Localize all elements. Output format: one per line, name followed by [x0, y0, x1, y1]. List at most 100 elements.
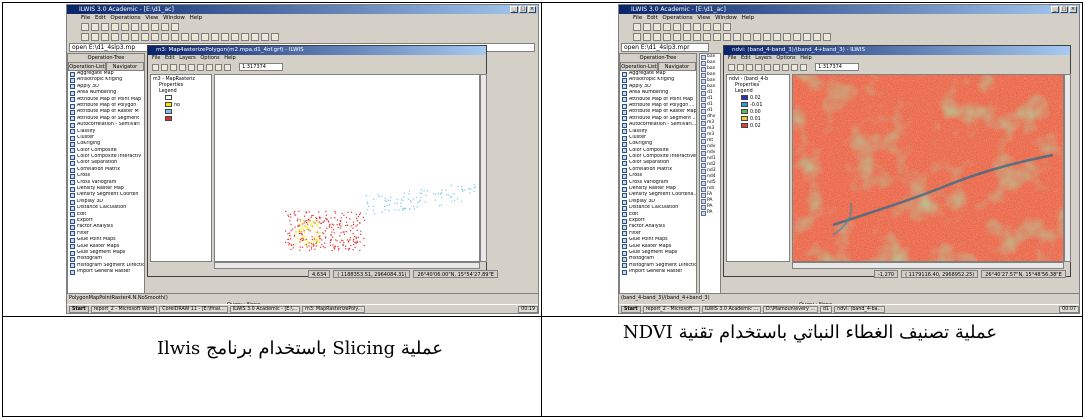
taskbar-item[interactable]: ILWIS 3.0 Academic ...	[701, 305, 761, 313]
operation-icon	[70, 205, 75, 211]
map-canvas[interactable]	[214, 74, 480, 262]
map-pixel	[347, 211, 349, 214]
map-pixel	[299, 241, 301, 243]
map-canvas[interactable]	[792, 74, 1064, 262]
map-pixel	[359, 213, 361, 216]
window-controls[interactable]: _ □ ×	[510, 6, 536, 13]
map-pixel	[298, 210, 300, 212]
operation-icon	[622, 250, 627, 256]
main-toolbar[interactable]	[67, 22, 538, 32]
map-pixel	[297, 218, 299, 220]
map-pixel	[447, 194, 449, 196]
map-toolbar[interactable]: 1:317374	[148, 62, 486, 72]
map-toolbar[interactable]: 1:317374	[724, 62, 1070, 72]
window-controls[interactable]: _ □ ×	[1051, 6, 1077, 13]
map-pixel	[357, 215, 359, 218]
map-pixel	[310, 241, 312, 243]
optree-tabs[interactable]: Operation-List Navigator	[68, 62, 144, 71]
start-button[interactable]: Start	[621, 305, 641, 313]
map-pixel	[353, 238, 355, 240]
map-window: ndvi: (band_4-band_3)/(band_4+band_3) - …	[723, 45, 1071, 278]
close-icon[interactable]: ×	[1069, 6, 1077, 13]
map-pixel	[337, 245, 339, 248]
scale-field[interactable]: 1:317374	[815, 63, 859, 71]
taskbar-item[interactable]: ndvi: (band_4-ba...	[834, 305, 886, 313]
secondary-toolbar[interactable]	[67, 32, 538, 42]
operation-icon	[70, 103, 75, 109]
map-pixel	[441, 191, 443, 193]
layer-legend-panel[interactable]: ndvi - (band_4-b Properties Legend 0.02-…	[726, 74, 790, 262]
taskbar-item[interactable]: D:\Mamoun\every ...	[763, 305, 818, 313]
main-menubar[interactable]: File Edit Operations View Window Help	[619, 14, 1079, 22]
taskbar-item[interactable]: report_2 - Microsoft Word	[90, 305, 158, 313]
windows-taskbar[interactable]: Start report_2 - Microsoft... ILWIS 3.0 …	[619, 304, 1079, 313]
main-menubar[interactable]: File Edit Operations View Window Help	[67, 14, 538, 22]
optree-tabs[interactable]: Operation-List Navigator	[620, 62, 696, 71]
operation-icon	[622, 141, 627, 147]
map-pixel	[342, 244, 344, 246]
map-pixel	[303, 239, 305, 241]
close-icon[interactable]: ×	[528, 6, 536, 13]
vertical-scrollbar[interactable]	[480, 74, 487, 262]
map-pixel	[329, 225, 331, 227]
tab-navigator[interactable]: Navigator	[658, 62, 696, 71]
catalog-list[interactable]: ban ban ban ban ban ban d1 d1 d1 d1 dhv m3 m3 m3 mt ndv…	[699, 53, 721, 301]
map-pixel	[305, 225, 307, 227]
legend-swatch	[165, 116, 172, 121]
map-pixel	[295, 232, 297, 234]
map-pixel	[355, 243, 357, 245]
map-pixel	[340, 225, 342, 227]
map-pixel	[316, 236, 318, 238]
tab-operation-list[interactable]: Operation-List	[620, 62, 658, 71]
map-pixel	[319, 232, 321, 234]
operation-item[interactable]: Import General Raster	[620, 269, 696, 275]
maximize-icon[interactable]: □	[1060, 6, 1068, 13]
taskbar-item[interactable]: CorelDRAW 11 - [E:\final...	[159, 305, 228, 313]
map-pixel	[462, 189, 464, 191]
map-pixel	[400, 202, 402, 204]
operation-icon	[622, 186, 627, 192]
map-pixel	[318, 241, 320, 244]
layer-legend-panel[interactable]: m3 - MapRasteriz Properties Legend no	[150, 74, 212, 262]
main-toolbar[interactable]	[619, 22, 1079, 32]
map-pixel	[325, 236, 327, 238]
map-pixel	[450, 184, 453, 186]
catalog-item[interactable]: PA	[700, 210, 720, 216]
map-pixel	[317, 239, 319, 241]
start-button[interactable]: Start	[69, 305, 89, 313]
map-menubar[interactable]: File Edit Layers Options Help	[724, 55, 1070, 62]
horizontal-scrollbar[interactable]	[214, 262, 480, 269]
secondary-toolbar[interactable]	[619, 32, 1079, 42]
legend-class: 0.02	[729, 123, 787, 130]
minimize-icon[interactable]: _	[1051, 6, 1059, 13]
map-pixel	[349, 239, 351, 241]
map-pixel	[326, 227, 328, 229]
map-pixel	[384, 205, 386, 207]
map-pixel	[327, 220, 329, 222]
scale-field[interactable]: 1:317374	[239, 63, 283, 71]
map-pixel	[304, 236, 306, 238]
map-pixel	[312, 245, 315, 247]
operation-item[interactable]: Import General Raster	[68, 269, 144, 275]
taskbar-item[interactable]: d1	[819, 305, 833, 313]
map-pixel	[453, 199, 456, 201]
vertical-scrollbar[interactable]	[1064, 74, 1071, 262]
minimize-icon[interactable]: _	[510, 6, 518, 13]
taskbar-item[interactable]: ILWIS 3.0 Academic - [E:\...	[229, 305, 301, 313]
taskbar-item[interactable]: m3: MapRasterizePoly...	[302, 305, 366, 313]
map-pixel	[377, 194, 379, 196]
windows-taskbar[interactable]: Start report_2 - Microsoft Word CorelDRA…	[67, 304, 538, 313]
taskbar-item[interactable]: report_2 - Microsoft...	[642, 305, 700, 313]
status-coords: ( 1188353.51, 2964084.31)	[333, 270, 411, 278]
operation-list[interactable]: Aggregate Map Anisotropic Kriging Apply 3D…	[620, 71, 696, 276]
tab-navigator[interactable]: Navigator	[106, 62, 144, 71]
map-pixel	[294, 226, 296, 228]
operation-list[interactable]: Aggregate Map Anisotropic Kriging Apply 3D…	[68, 71, 144, 276]
map-pixel	[453, 193, 455, 195]
map-menubar[interactable]: File Edit Layers Options Help	[148, 55, 486, 62]
tab-operation-list[interactable]: Operation-List	[68, 62, 106, 71]
horizontal-scrollbar[interactable]	[792, 262, 1064, 269]
operation-icon	[70, 199, 75, 205]
command-line-input[interactable]: open E:\d1_4slp3.mpr	[621, 43, 709, 52]
maximize-icon[interactable]: □	[519, 6, 527, 13]
